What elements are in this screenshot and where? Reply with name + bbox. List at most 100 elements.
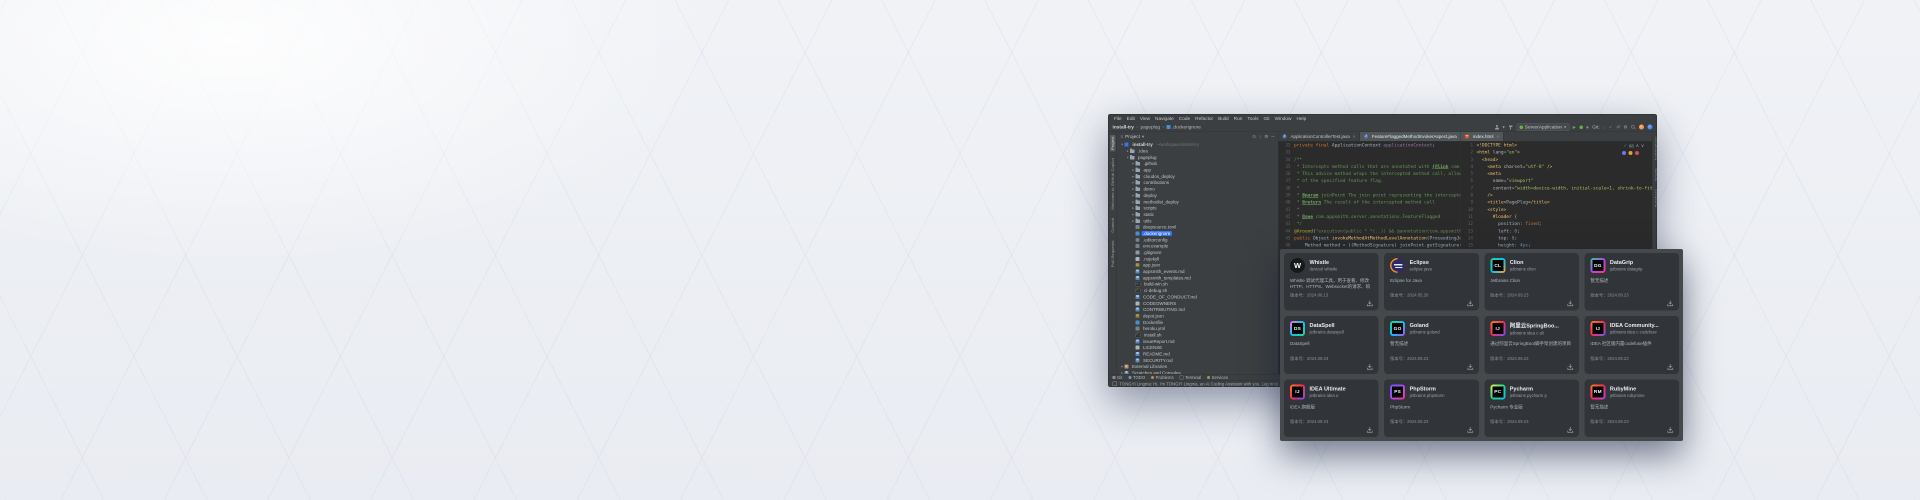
profile-badge-icon[interactable]: [1648, 125, 1653, 130]
json-file-icon: {}: [1136, 263, 1140, 267]
close-icon[interactable]: ×: [1497, 134, 1500, 139]
terminal-icon: [1180, 376, 1184, 380]
download-button[interactable]: [1566, 363, 1574, 371]
line-number: 4: [1461, 163, 1477, 170]
download-button[interactable]: [1466, 426, 1474, 434]
chevron-down-icon[interactable]: ▾: [1142, 134, 1144, 140]
plugin-title: PhpStorm: [1410, 386, 1445, 392]
plugin-card[interactable]: PCPycharmjetbrains pycharm pPycharm 专业版版…: [1484, 379, 1579, 437]
plugin-description: Jetbrains Clion: [1490, 278, 1573, 284]
menu-refactor[interactable]: Refactor: [1193, 116, 1216, 122]
inspections-widget[interactable]: ✓ 88 ∧ ∨: [1623, 143, 1644, 149]
menu-view[interactable]: View: [1137, 116, 1152, 122]
menu-git[interactable]: Git: [1261, 116, 1272, 122]
download-button[interactable]: [1667, 363, 1675, 371]
download-button[interactable]: [1667, 300, 1675, 308]
expand-all-icon[interactable]: ↕: [1259, 134, 1261, 140]
plugin-card[interactable]: WWhistledevtool whistleWhistle 调试代理工具，用于…: [1284, 253, 1379, 311]
project-tree[interactable]: ▾install-try~/workspace/install-try▸.ide…: [1117, 141, 1278, 374]
plugin-title: IDEA Ultimate: [1310, 386, 1346, 392]
breadcrumb-item[interactable]: install-try: [1113, 124, 1134, 130]
download-button[interactable]: [1466, 300, 1474, 308]
breadcrumb-item[interactable]: pageplug: [1140, 124, 1160, 130]
download-button[interactable]: [1667, 426, 1675, 434]
tool-stripe-pull-requests[interactable]: Pull Requests: [1110, 239, 1116, 269]
menu-icon[interactable]: ≡: [1121, 134, 1124, 139]
plugin-card[interactable]: GOGolandjetbrains goland暂无描述版本号：2024.09.…: [1384, 316, 1479, 374]
version-label: 版本号：: [1590, 293, 1607, 298]
plugin-subtitle: jetbrains idea u: [1310, 393, 1346, 398]
menu-help[interactable]: Help: [1294, 116, 1309, 122]
tool-stripe-notifications[interactable]: Notifications: [1653, 135, 1657, 162]
rollback-icon[interactable]: ↺: [1616, 124, 1620, 130]
plugin-card[interactable]: PSPhpStormjetbrains phpstormPhpStorm版本号：…: [1384, 379, 1479, 437]
menu-bar: FileEditViewNavigateCodeRefactorBuildRun…: [1109, 115, 1657, 123]
plugin-card[interactable]: IJ阿里云SpringBoo...jetbrains idea c ali通过阿…: [1484, 316, 1579, 374]
menu-build[interactable]: Build: [1216, 116, 1232, 122]
build-icon[interactable]: [1508, 125, 1513, 130]
download-button[interactable]: [1366, 426, 1374, 434]
config-file-icon: [1136, 244, 1140, 248]
stop-button[interactable]: ■: [1586, 125, 1588, 130]
editor-tab[interactable]: JApplicationControllerTest.java×: [1279, 132, 1360, 141]
plugin-card[interactable]: RMRubyMinejetbrains rubymine暂无描述版本号：2024…: [1584, 379, 1679, 437]
download-button[interactable]: [1566, 300, 1574, 308]
tool-stripe-database[interactable]: Database: [1653, 188, 1657, 209]
code-line: 42 * @see com.appsmith.server.annotation…: [1279, 213, 1461, 220]
toolwindow-todo[interactable]: TODO: [1128, 375, 1145, 380]
assistant-message[interactable]: TONGYI Lingma: Hi, I'm TONGYI Lingma, an…: [1120, 381, 1278, 386]
download-button[interactable]: [1366, 363, 1374, 371]
breadcrumb-item[interactable]: .dockerignore: [1167, 124, 1201, 130]
notification-badge-icon[interactable]: [1639, 125, 1644, 130]
debug-button[interactable]: [1579, 125, 1583, 129]
menu-edit[interactable]: Edit: [1124, 116, 1137, 122]
run-button[interactable]: ▶: [1573, 125, 1576, 130]
plugin-card[interactable]: IJIDEA Ultimatejetbrains idea uIDEA 旗舰版版…: [1284, 379, 1379, 437]
tree-item-label: ci-debug.sh: [1143, 288, 1169, 293]
hide-panel-icon[interactable]: ─: [1271, 134, 1274, 140]
menu-tools[interactable]: Tools: [1245, 116, 1261, 122]
panel-options-icon[interactable]: ⚙: [1264, 134, 1268, 140]
menu-file[interactable]: File: [1112, 116, 1125, 122]
toolwindow-problems[interactable]: Problems: [1151, 375, 1173, 380]
locate-file-icon[interactable]: ⊙: [1252, 134, 1256, 140]
plugin-card[interactable]: Eclipseeclipse javaEclipse for Java版本号：2…: [1384, 253, 1479, 311]
tree-item-label: depot.json: [1142, 313, 1166, 318]
tool-stripe-commit[interactable]: Commit: [1110, 216, 1116, 234]
run-config-select[interactable]: ServerApplication ▾: [1516, 123, 1569, 131]
tree-item-label: deepsource.toml: [1142, 225, 1178, 230]
project-panel-title: Project: [1125, 134, 1140, 140]
user-icon[interactable]: [1495, 125, 1500, 130]
download-button[interactable]: [1366, 300, 1374, 308]
toolwindow-toggle-icon[interactable]: [1113, 382, 1118, 387]
plugin-card[interactable]: IJIDEA Community...jetbrains idea c code…: [1584, 316, 1679, 374]
commit-icon[interactable]: ✓: [1609, 124, 1613, 130]
menu-run[interactable]: Run: [1231, 116, 1245, 122]
download-button[interactable]: [1566, 426, 1574, 434]
editor-tab[interactable]: JFeatureFlaggedMethodInvokerAspect.java×: [1360, 132, 1467, 141]
next-icon[interactable]: ∨: [1641, 143, 1644, 149]
toolwindow-services[interactable]: Services: [1207, 375, 1228, 380]
settings-gear-icon[interactable]: ⚙: [1623, 124, 1627, 130]
plugin-card[interactable]: DSDataSpelljetbrains dataspellDataSpell版…: [1284, 316, 1379, 374]
left-tool-stripe: Project Welcome to GitHub Copilot Commit Pu…: [1109, 132, 1118, 374]
editor-tab[interactable]: <>index.html×: [1461, 132, 1504, 141]
version-label: 版本号：: [1390, 419, 1407, 424]
tool-stripe-gradle[interactable]: Gradle: [1653, 167, 1657, 183]
menu-code[interactable]: Code: [1176, 116, 1192, 122]
toolwindow-terminal[interactable]: Terminal: [1180, 375, 1202, 380]
plugin-version: 版本号：2024.09.23: [1590, 292, 1628, 298]
update-project-icon[interactable]: ↓: [1603, 125, 1605, 130]
close-icon[interactable]: ×: [1353, 134, 1356, 139]
folder-icon: [1130, 150, 1135, 154]
tool-stripe-welcome-to-github-copilot[interactable]: Welcome to GitHub Copilot: [1110, 157, 1116, 212]
prev-icon[interactable]: ∧: [1636, 143, 1639, 149]
plugin-card[interactable]: CLClionjetbrains clionJetbrains Clion版本号…: [1484, 253, 1579, 311]
menu-window[interactable]: Window: [1272, 116, 1294, 122]
toolwindow-git[interactable]: Git: [1113, 375, 1123, 380]
search-icon[interactable]: [1631, 125, 1636, 130]
tool-stripe-project[interactable]: Project: [1110, 135, 1116, 152]
download-button[interactable]: [1466, 363, 1474, 371]
plugin-card[interactable]: DGDataGripjetbrains datagrip暂无描述版本号：2024…: [1584, 253, 1679, 311]
menu-navigate[interactable]: Navigate: [1153, 116, 1177, 122]
